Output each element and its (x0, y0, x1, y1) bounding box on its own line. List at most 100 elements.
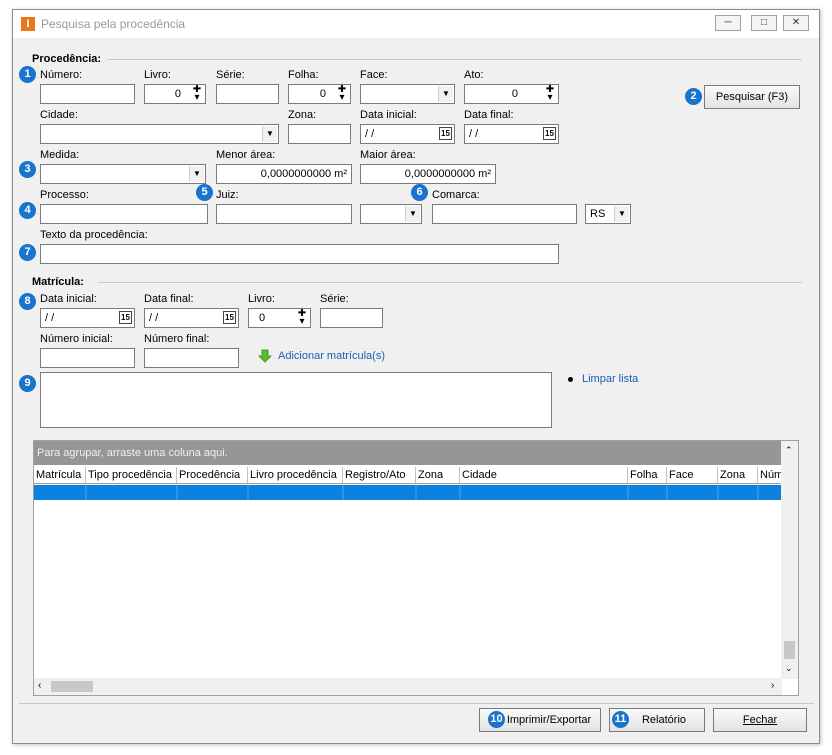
minimize-icon[interactable]: ─ (715, 15, 741, 31)
uf-select[interactable]: RS ▼ (585, 204, 631, 224)
processo-label: Processo: (40, 189, 89, 201)
mat-data-inicial-input[interactable]: / / 15 (40, 308, 135, 328)
processo-input[interactable] (40, 204, 208, 224)
close-button[interactable]: Fechar (713, 708, 807, 732)
procedencia-section-title: Procedência: (32, 53, 102, 65)
section-divider (108, 59, 802, 60)
texto-label: Texto da procedência: (40, 229, 148, 241)
mat-data-final-value: / / (149, 312, 159, 324)
row-cell-dividers (85, 485, 759, 500)
spin-icon[interactable]: ✚ ▾ (543, 85, 557, 103)
calendar-icon[interactable]: 15 (439, 127, 452, 140)
arrow-down-icon[interactable] (258, 349, 272, 363)
section-divider (98, 282, 802, 283)
numero-input[interactable] (40, 84, 135, 104)
chevron-down-icon[interactable]: ▼ (262, 126, 277, 142)
column-header[interactable]: Zona (718, 467, 758, 483)
calendar-icon[interactable]: 15 (119, 311, 132, 324)
matricula-list[interactable] (40, 372, 552, 428)
title-bar: I Pesquisa pela procedência ─ □ ✕ (13, 10, 819, 38)
horizontal-scrollbar[interactable]: ‹ › (34, 678, 782, 695)
badge-1: 1 (19, 66, 36, 83)
data-inicial-input[interactable]: / / 15 (360, 124, 455, 144)
data-final-input[interactable]: / / 15 (464, 124, 559, 144)
data-inicial-label: Data inicial: (360, 109, 417, 121)
spin-icon[interactable]: ✚ ▾ (190, 85, 204, 103)
results-grid[interactable]: Para agrupar, arraste uma coluna aqui. M… (33, 440, 799, 696)
numero-label: Número: (40, 69, 83, 81)
scroll-down-icon[interactable]: ⌄ (785, 663, 793, 674)
column-header[interactable]: Matrícula (34, 467, 86, 483)
comarca-input[interactable] (432, 204, 577, 224)
window-title: Pesquisa pela procedência (41, 17, 186, 31)
mat-livro-value: 0 (259, 312, 266, 324)
add-matricula-link[interactable]: Adicionar matrícula(s) (278, 350, 385, 362)
juiz-select[interactable]: ▼ (360, 204, 422, 224)
search-button[interactable]: Pesquisar (F3) (704, 85, 800, 109)
juiz-label: Juiz: (216, 189, 239, 201)
livro-spinner[interactable]: 0 ✚ ▾ (144, 84, 206, 104)
group-panel[interactable]: Para agrupar, arraste uma coluna aqui. (34, 441, 782, 465)
mat-livro-spinner[interactable]: 0 ✚ ▾ (248, 308, 311, 328)
ato-label: Ato: (464, 69, 484, 81)
ato-spinner[interactable]: 0 ✚ ▾ (464, 84, 559, 104)
mat-serie-input[interactable] (320, 308, 383, 328)
mat-livro-label: Livro: (248, 293, 275, 305)
mat-serie-label: Série: (320, 293, 349, 305)
chevron-down-icon[interactable]: ▼ (438, 86, 453, 102)
vertical-scrollbar[interactable]: ⌃ ⌄ (781, 441, 798, 679)
cidade-select[interactable]: ▼ (40, 124, 279, 144)
data-final-value: / / (469, 128, 479, 140)
zona-label: Zona: (288, 109, 317, 121)
face-select[interactable]: ▼ (360, 84, 455, 104)
chevron-down-icon[interactable]: ▼ (614, 206, 629, 222)
badge-10: 10 (488, 711, 505, 728)
numero-inicial-input[interactable] (40, 348, 135, 368)
menor-area-input[interactable]: 0,0000000000 m² (216, 164, 352, 184)
calendar-icon[interactable]: 15 (223, 311, 236, 324)
mat-data-final-input[interactable]: / / 15 (144, 308, 239, 328)
juiz-input[interactable] (216, 204, 352, 224)
maior-area-label: Maior área: (360, 149, 416, 161)
column-header[interactable]: Tipo procedência (86, 467, 177, 483)
numero-final-input[interactable] (144, 348, 239, 368)
column-header[interactable]: Cidade (460, 467, 628, 483)
mat-data-inicial-value: / / (45, 312, 55, 324)
column-header[interactable]: Núme (758, 467, 782, 483)
zona-input[interactable] (288, 124, 351, 144)
serie-input[interactable] (216, 84, 279, 104)
data-final-label: Data final: (464, 109, 514, 121)
scroll-up-icon[interactable]: ⌃ (785, 445, 793, 456)
column-header[interactable]: Procedência (177, 467, 248, 483)
comarca-label: Comarca: (432, 189, 480, 201)
column-header[interactable]: Face (667, 467, 718, 483)
scroll-thumb[interactable] (51, 681, 93, 692)
badge-8: 8 (19, 293, 36, 310)
numero-inicial-label: Número inicial: (40, 333, 113, 345)
folha-spinner[interactable]: 0 ✚ ▾ (288, 84, 351, 104)
cidade-label: Cidade: (40, 109, 78, 121)
scroll-left-icon[interactable]: ‹ (38, 680, 41, 691)
close-icon[interactable]: ✕ (783, 15, 809, 31)
calendar-icon[interactable]: 15 (543, 127, 556, 140)
scroll-right-icon[interactable]: › (771, 680, 774, 691)
column-header[interactable]: Zona (416, 467, 460, 483)
folha-label: Folha: (288, 69, 319, 81)
search-window: I Pesquisa pela procedência ─ □ ✕ Proced… (12, 9, 820, 744)
spin-icon[interactable]: ✚ ▾ (295, 309, 309, 327)
spin-icon[interactable]: ✚ ▾ (335, 85, 349, 103)
column-header[interactable]: Folha (628, 467, 667, 483)
column-header[interactable]: Registro/Ato (343, 467, 416, 483)
medida-select[interactable]: ▼ (40, 164, 206, 184)
table-row-selected[interactable] (34, 485, 782, 500)
maximize-icon[interactable]: □ (751, 15, 777, 31)
maior-area-input[interactable]: 0,0000000000 m² (360, 164, 496, 184)
app-icon: I (21, 17, 35, 31)
badge-3: 3 (19, 161, 36, 178)
chevron-down-icon[interactable]: ▼ (189, 166, 204, 182)
clear-list-link[interactable]: Limpar lista (582, 373, 638, 385)
texto-input[interactable] (40, 244, 559, 264)
column-header[interactable]: Livro procedência (248, 467, 343, 483)
scroll-thumb[interactable] (784, 641, 795, 659)
chevron-down-icon[interactable]: ▼ (405, 206, 420, 222)
